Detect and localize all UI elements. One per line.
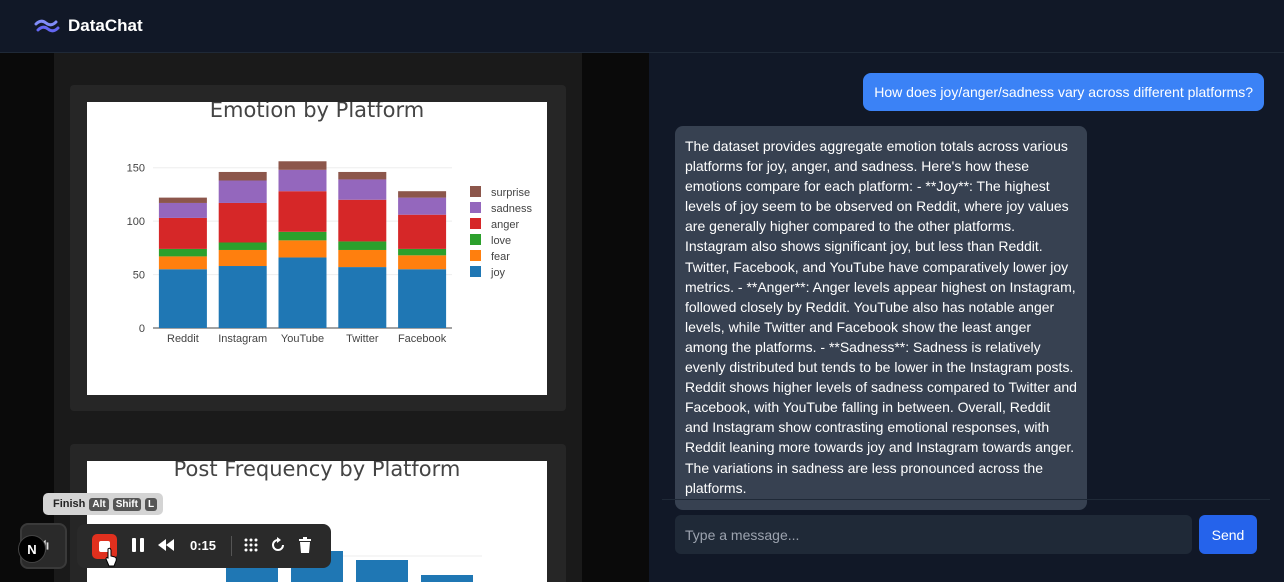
shortcut-key: L bbox=[144, 497, 158, 511]
bar-segment bbox=[278, 191, 327, 232]
y-tick-label: 0 bbox=[139, 323, 145, 335]
chart-title: Post Frequency by Platform bbox=[173, 461, 461, 481]
grid-icon[interactable] bbox=[242, 536, 260, 554]
bar bbox=[421, 575, 473, 582]
bar-segment bbox=[158, 248, 207, 257]
bar bbox=[226, 568, 278, 582]
cursor-icon bbox=[105, 547, 117, 567]
x-tick-label: Facebook bbox=[398, 333, 447, 345]
legend-label: sadness bbox=[491, 203, 532, 215]
chart-title: Emotion by Platform bbox=[209, 102, 425, 122]
bar-segment bbox=[158, 256, 207, 270]
legend-label: joy bbox=[490, 267, 506, 279]
x-tick-label: Twitter bbox=[346, 333, 379, 345]
y-tick-label: 150 bbox=[127, 163, 145, 175]
bar-segment bbox=[398, 269, 447, 328]
shortcut-key: Shift bbox=[112, 497, 141, 511]
x-tick-label: YouTube bbox=[281, 333, 324, 345]
rewind-icon[interactable] bbox=[157, 536, 175, 554]
y-tick-label: 50 bbox=[133, 270, 145, 282]
chat-pane: How does joy/anger/sadness vary across d… bbox=[649, 53, 1284, 582]
bar-segment bbox=[218, 266, 267, 328]
y-tick-label: 100 bbox=[127, 216, 145, 228]
emotion-chart-card: Emotion by Platform 0 50 100 150 Reddit Insta… bbox=[70, 85, 566, 411]
assistant-message: The dataset provides aggregate emotion t… bbox=[675, 126, 1087, 510]
x-tick-label: Reddit bbox=[167, 333, 199, 345]
bar-segment bbox=[278, 240, 327, 258]
bar-segment bbox=[338, 267, 387, 328]
bar-segment bbox=[338, 171, 387, 180]
divider bbox=[231, 536, 232, 556]
emotion-chart: Emotion by Platform 0 50 100 150 Reddit Insta… bbox=[87, 102, 547, 395]
legend-swatch bbox=[470, 250, 481, 261]
logo-icon bbox=[34, 19, 60, 33]
bar-segment bbox=[338, 241, 387, 250]
bar bbox=[356, 560, 408, 582]
bar-segment bbox=[158, 202, 207, 218]
bar-segment bbox=[218, 242, 267, 250]
bar-segment bbox=[338, 249, 387, 268]
finish-tooltip: Finish Alt Shift L bbox=[43, 493, 164, 515]
message-composer: Send bbox=[662, 499, 1270, 582]
restart-icon[interactable] bbox=[269, 536, 287, 554]
bar-segment bbox=[218, 180, 267, 203]
legend-label: anger bbox=[491, 219, 519, 231]
legend-swatch bbox=[470, 218, 481, 229]
bar-segment bbox=[158, 269, 207, 328]
message-input[interactable] bbox=[675, 515, 1192, 554]
legend-swatch bbox=[470, 202, 481, 213]
app-title: DataChat bbox=[68, 16, 143, 35]
bar-segment bbox=[398, 248, 447, 256]
user-message: How does joy/anger/sadness vary across d… bbox=[863, 73, 1264, 111]
pause-icon[interactable] bbox=[129, 536, 147, 554]
recording-time: 0:15 bbox=[190, 538, 217, 553]
bar-segment bbox=[278, 169, 327, 192]
bar-segment bbox=[338, 199, 387, 242]
bar-segment bbox=[278, 161, 327, 170]
send-button[interactable]: Send bbox=[1199, 515, 1257, 554]
bar-segment bbox=[158, 197, 207, 203]
bar-segment bbox=[398, 191, 447, 198]
trash-icon[interactable] bbox=[296, 536, 314, 554]
shortcut-key: Alt bbox=[89, 497, 109, 511]
bar-segment bbox=[218, 202, 267, 243]
bar-segment bbox=[278, 231, 327, 241]
legend-label: love bbox=[491, 235, 511, 247]
bar-segment bbox=[338, 179, 387, 200]
legend-swatch bbox=[470, 266, 481, 277]
bar-segment bbox=[218, 171, 267, 181]
legend-label: surprise bbox=[491, 187, 530, 199]
x-tick-label: Instagram bbox=[218, 333, 267, 345]
bar-segment bbox=[398, 255, 447, 270]
next-badge[interactable]: N bbox=[18, 535, 46, 563]
bar-segment bbox=[398, 214, 447, 249]
legend-swatch bbox=[470, 234, 481, 245]
bar-segment bbox=[218, 249, 267, 267]
emotion-chart-svg: 0 50 100 150 Reddit Instagram YouTube Twitter Fa… bbox=[127, 161, 532, 345]
legend-swatch bbox=[470, 186, 481, 197]
legend-label: fear bbox=[491, 251, 510, 263]
top-bar: DataChat bbox=[0, 0, 1284, 53]
bar-segment bbox=[278, 257, 327, 328]
finish-label: Finish bbox=[53, 498, 86, 510]
bar-segment bbox=[398, 197, 447, 215]
bar-segment bbox=[158, 217, 207, 249]
